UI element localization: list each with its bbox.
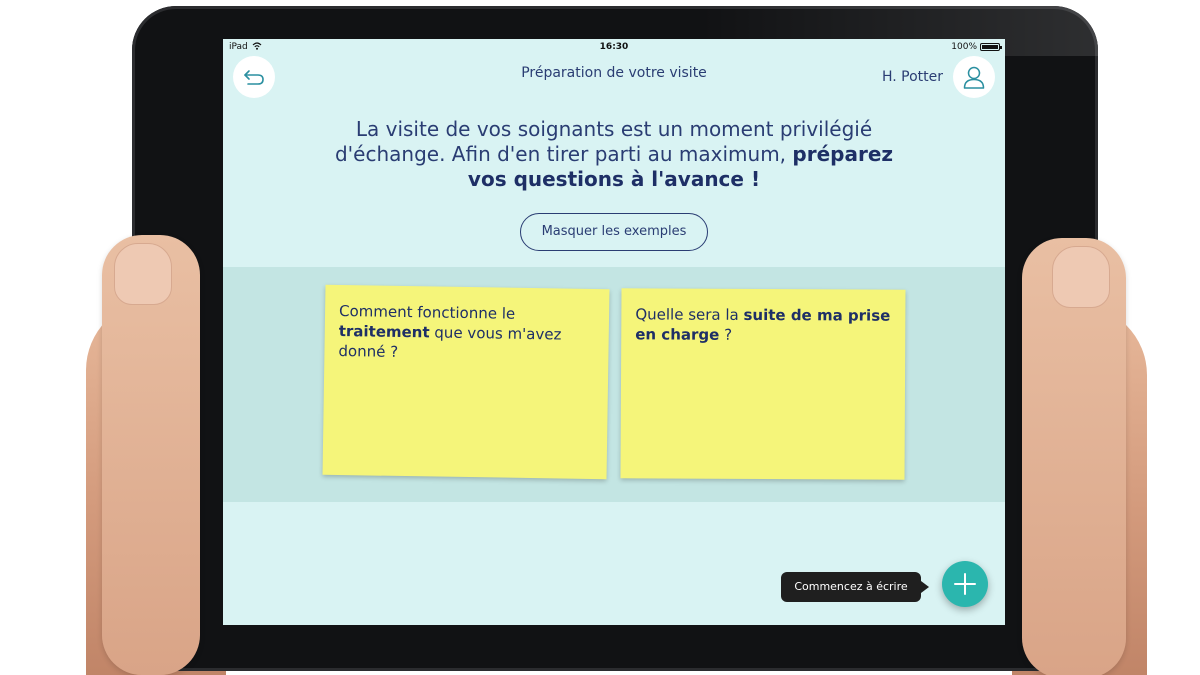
hide-examples-button[interactable]: Masquer les exemples [520,213,708,251]
app-screen: iPad 16:30 100% Préparation de votre vis… [223,39,1005,625]
battery-percentage: 100% [951,42,977,52]
example-sticky-note[interactable]: Quelle sera la suite de ma prise en char… [620,288,906,480]
right-thumb [1022,238,1126,675]
note-text-bold: traitement [338,321,430,342]
user-icon [963,66,985,89]
note-text: Quelle sera la [635,305,744,324]
profile-button[interactable] [953,56,995,98]
status-time: 16:30 [599,42,629,52]
example-sticky-note[interactable]: Comment fonctionne le traitement que vou… [322,284,610,480]
note-text: ? [719,325,733,344]
examples-area: Comment fonctionne le traitement que vou… [223,267,1005,502]
plus-icon [954,573,976,595]
intro-text: La visite de vos soignants est un moment… [323,117,905,192]
thumb-nail [114,243,172,305]
start-writing-tooltip: Commencez à écrire [781,572,929,602]
battery-icon [980,43,1002,51]
thumb-nail [1052,246,1110,308]
add-question-button[interactable] [942,561,988,607]
note-text: Comment fonctionne le [338,301,516,323]
status-bar: iPad 16:30 100% [223,39,1005,55]
left-thumb [102,235,200,675]
user-name[interactable]: H. Potter [882,69,943,85]
